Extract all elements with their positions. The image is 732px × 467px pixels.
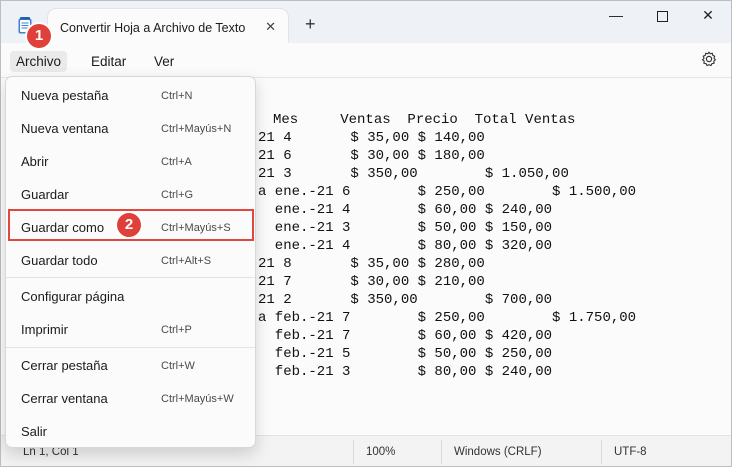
menu-item-label: Abrir	[21, 154, 49, 169]
menu-ver[interactable]: Ver	[148, 51, 180, 72]
tab-title: Convertir Hoja a Archivo de Texto	[60, 21, 246, 35]
text-line: 21 8 $ 35,00 $ 280,00	[258, 256, 485, 272]
menu-item-shortcut: Ctrl+Mayús+W	[161, 393, 234, 405]
menu-archivo[interactable]: Archivo	[10, 51, 68, 72]
step-badge-1: 1	[27, 24, 51, 48]
encoding: UTF-8	[614, 446, 647, 458]
menu-item-label: Cerrar pestaña	[21, 358, 108, 373]
text-line: 21 7 $ 30,00 $ 210,00	[258, 274, 485, 290]
text-line: feb.-21 7 $ 60,00 $ 420,00	[258, 328, 553, 344]
maximize-icon	[656, 11, 668, 22]
text-line: 21 4 $ 35,00 $ 140,00	[258, 130, 485, 146]
maximize-button[interactable]	[639, 7, 685, 29]
text-line: ene.-21 4 $ 80,00 $ 320,00	[258, 238, 553, 254]
menu-item-label: Guardar	[21, 187, 69, 202]
menu-item-abrir[interactable]: Abrir Ctrl+A	[10, 146, 251, 178]
text-line: ene.-21 3 $ 50,00 $ 150,00	[258, 220, 553, 236]
menu-item-label: Imprimir	[21, 322, 68, 337]
status-divider	[353, 440, 354, 464]
menu-item-label: Guardar todo	[21, 253, 98, 268]
tab-close-icon[interactable]: ✕	[265, 19, 276, 35]
menu-editar[interactable]: Editar	[85, 51, 132, 72]
text-line: ene.-21 4 $ 60,00 $ 240,00	[258, 202, 553, 218]
menu-item-label: Configurar página	[21, 289, 125, 304]
status-divider	[601, 440, 602, 464]
step-badge-2: 2	[117, 213, 141, 237]
menu-item-label: Cerrar ventana	[21, 391, 108, 406]
text-line: 21 2 $ 350,00 $ 700,00	[258, 292, 553, 308]
menu-item-guardar-todo[interactable]: Guardar todo Ctrl+Alt+S	[10, 245, 251, 277]
title-bar: Convertir Hoja a Archivo de Texto ✕ + — …	[1, 1, 731, 43]
menu-bar: Archivo Editar Ver	[1, 43, 731, 77]
menu-item-salir[interactable]: Salir	[10, 416, 251, 448]
menu-item-imprimir[interactable]: Imprimir Ctrl+P	[10, 314, 251, 346]
menu-item-shortcut: Ctrl+N	[161, 90, 193, 102]
menu-item-shortcut: Ctrl+W	[161, 360, 195, 372]
status-divider	[441, 440, 442, 464]
menu-item-cerrar-ventana[interactable]: Cerrar ventana Ctrl+Mayús+W	[10, 383, 251, 415]
text-line: 21 3 $ 350,00 $ 1.050,00	[258, 166, 569, 182]
minimize-button[interactable]: —	[593, 7, 639, 29]
menu-divider	[6, 347, 255, 348]
menu-item-shortcut: Ctrl+P	[161, 324, 192, 336]
line-ending: Windows (CRLF)	[454, 446, 542, 458]
text-line: Mes Ventas Precio Total Ventas	[273, 112, 576, 128]
menu-item-nueva-ventana[interactable]: Nueva ventana Ctrl+Mayús+N	[10, 113, 251, 145]
menu-item-nueva-pestana[interactable]: Nueva pestaña Ctrl+N	[10, 80, 251, 112]
text-line: feb.-21 3 $ 80,00 $ 240,00	[258, 364, 553, 380]
gear-icon[interactable]	[701, 51, 717, 67]
archivo-dropdown-menu: Nueva pestaña Ctrl+N Nueva ventana Ctrl+…	[5, 76, 256, 448]
close-window-button[interactable]: ✕	[685, 7, 731, 29]
menu-item-shortcut: Ctrl+G	[161, 189, 194, 201]
menu-divider	[6, 277, 255, 278]
text-line: feb.-21 5 $ 50,00 $ 250,00	[258, 346, 553, 362]
menu-item-guardar[interactable]: Guardar Ctrl+G	[10, 179, 251, 211]
menu-item-shortcut: Ctrl+Mayús+N	[161, 123, 232, 135]
menu-item-label: Salir	[21, 424, 48, 439]
text-line: a ene.-21 6 $ 250,00 $ 1.500,00	[258, 184, 637, 200]
menu-item-label: Nueva pestaña	[21, 88, 109, 103]
menu-item-configurar-pagina[interactable]: Configurar página	[10, 281, 251, 313]
menu-item-label: Nueva ventana	[21, 121, 109, 136]
text-line: a feb.-21 7 $ 250,00 $ 1.750,00	[258, 310, 637, 326]
menu-item-shortcut: Ctrl+Alt+S	[161, 255, 212, 267]
menu-item-cerrar-pestana[interactable]: Cerrar pestaña Ctrl+W	[10, 350, 251, 382]
menu-item-shortcut: Ctrl+A	[161, 156, 192, 168]
new-tab-button[interactable]: +	[305, 15, 316, 33]
tab-document[interactable]: Convertir Hoja a Archivo de Texto ✕	[48, 9, 288, 43]
zoom-level: 100%	[366, 446, 396, 458]
text-line: 21 6 $ 30,00 $ 180,00	[258, 148, 485, 164]
